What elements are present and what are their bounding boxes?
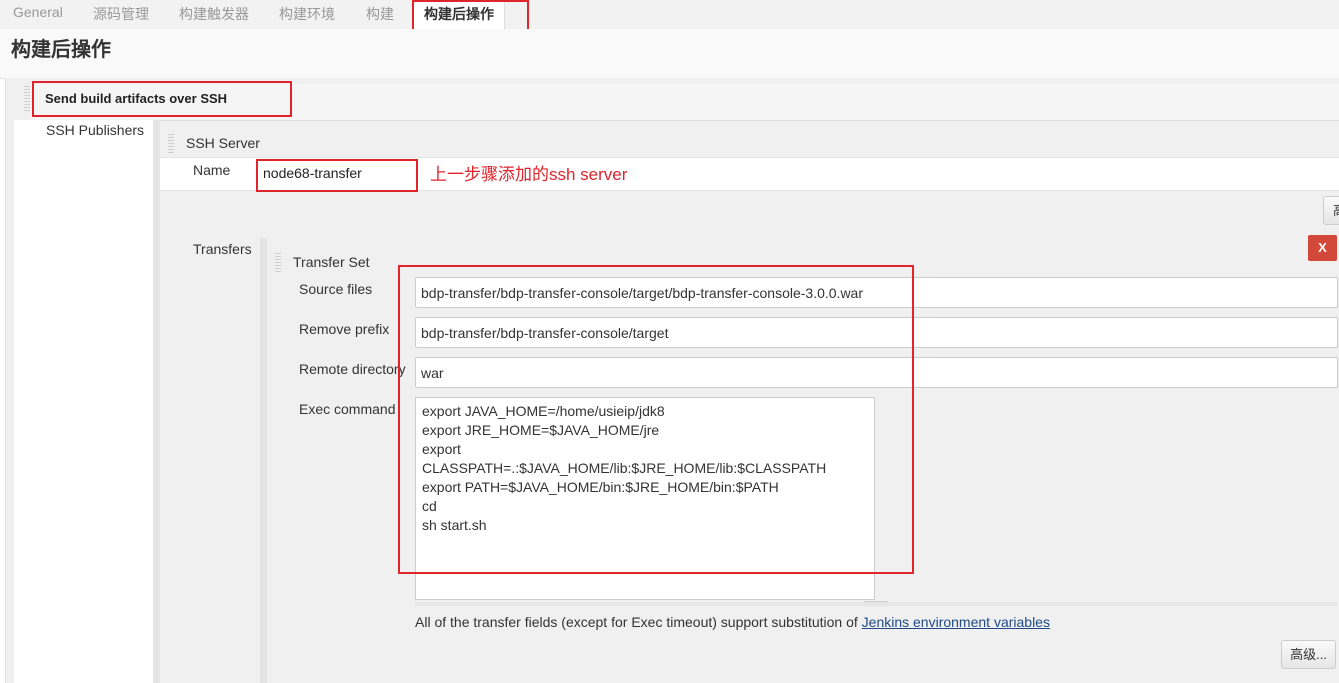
transfer-fields-highlight-box xyxy=(398,265,914,574)
textarea-grip-bar xyxy=(415,602,1337,606)
tab-source-control[interactable]: 源码管理 xyxy=(93,4,149,24)
ssh-server-label: SSH Server xyxy=(186,135,260,151)
server-drag-handle-icon[interactable] xyxy=(168,134,174,154)
tab-build-triggers[interactable]: 构建触发器 xyxy=(179,4,249,24)
remove-prefix-label: Remove prefix xyxy=(299,321,390,337)
jenkins-env-vars-link[interactable]: Jenkins environment variables xyxy=(862,614,1050,630)
name-label: Name xyxy=(193,162,231,178)
source-files-label: Source files xyxy=(299,281,373,297)
tab-build-environment[interactable]: 构建环境 xyxy=(279,4,335,24)
server-advanced-button[interactable]: 高 xyxy=(1323,196,1339,225)
tab-build[interactable]: 构建 xyxy=(366,4,394,24)
transfer-set-label: Transfer Set xyxy=(293,254,370,270)
step-title-highlight-box xyxy=(32,81,292,117)
page-title: 构建后操作 xyxy=(11,39,111,61)
delete-transfer-button[interactable]: X xyxy=(1308,235,1337,261)
exec-command-label: Exec command xyxy=(299,401,396,417)
transfer-drag-handle-icon[interactable] xyxy=(275,253,281,273)
tab-general[interactable]: General xyxy=(13,4,63,20)
annotation-text: 上一步骤添加的ssh server xyxy=(430,165,628,184)
transfers-label: Transfers xyxy=(193,241,252,257)
section-header-bar xyxy=(0,29,1339,79)
help-text-body: All of the transfer fields (except for E… xyxy=(415,614,858,630)
help-text: All of the transfer fields (except for E… xyxy=(415,614,1050,630)
nested-border xyxy=(153,120,160,683)
transfer-advanced-button[interactable]: 高级... xyxy=(1281,640,1336,669)
name-highlight-box xyxy=(256,159,418,192)
remote-directory-label: Remote directory xyxy=(299,361,406,377)
transfers-border xyxy=(260,238,267,683)
publishers-label-column xyxy=(14,120,153,683)
ssh-publishers-label: SSH Publishers xyxy=(46,122,145,138)
